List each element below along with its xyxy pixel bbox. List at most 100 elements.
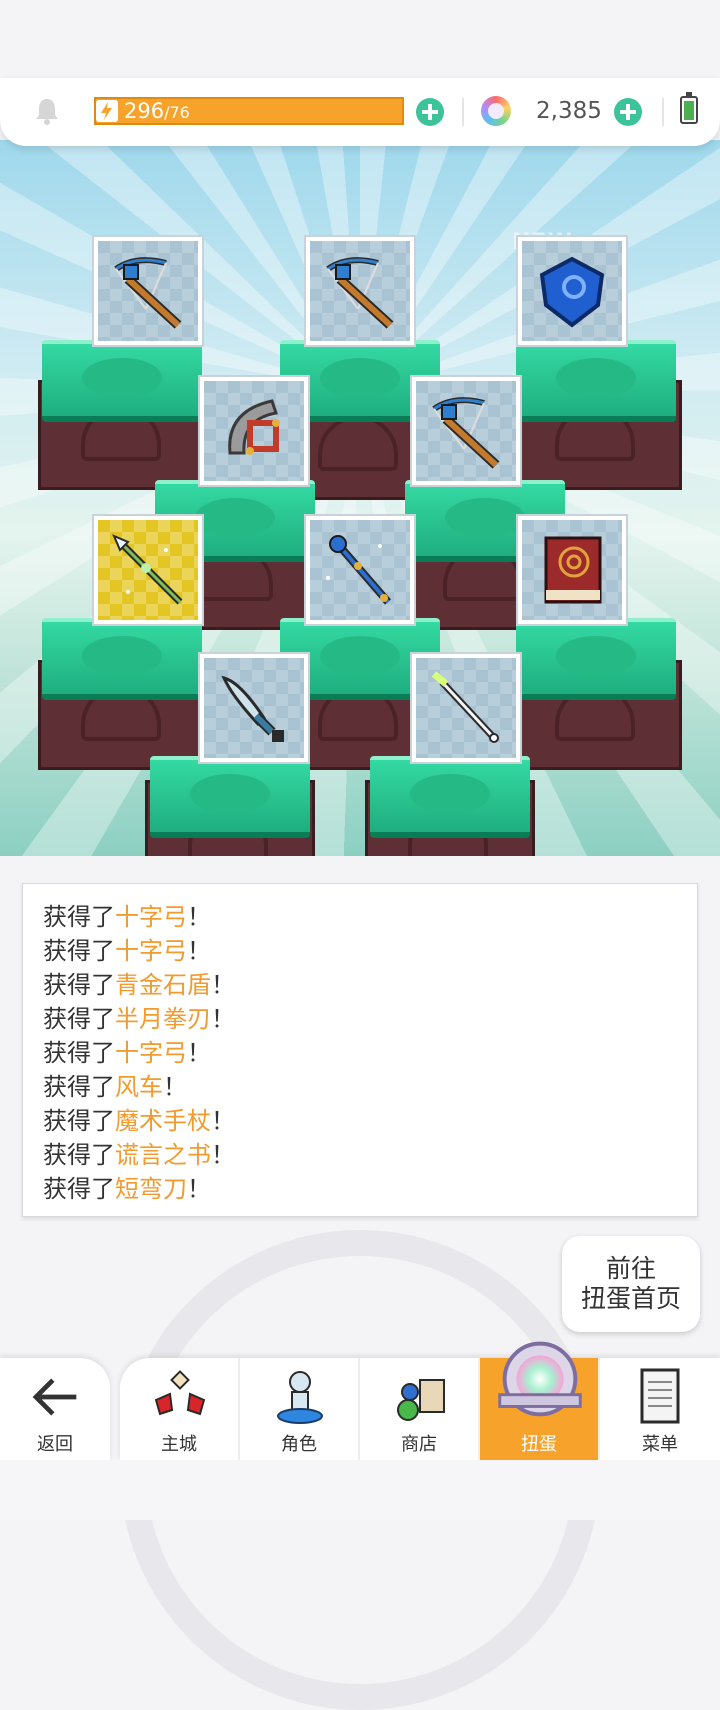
nav-label: 商店	[401, 1434, 437, 1455]
battery-icon	[680, 92, 698, 124]
item-card-shield[interactable]	[518, 237, 626, 345]
divider	[662, 98, 664, 126]
log-line: 获得了魔术手杖！	[43, 1104, 235, 1138]
book-icon	[544, 536, 602, 604]
item-card-spear[interactable]	[94, 516, 202, 624]
add-energy-button[interactable]	[416, 98, 444, 126]
log-suffix: ！	[187, 1175, 211, 1203]
back-label: 返回	[37, 1434, 73, 1455]
acquired-items-log[interactable]: 获得了十字弓！ 获得了十字弓！ 获得了青金石盾！ 获得了半月拳刃！ 获得了十字弓…	[22, 883, 698, 1217]
spear-icon	[112, 534, 183, 605]
log-line: 获得了谎言之书！	[43, 1138, 235, 1172]
log-suffix: ！	[211, 1141, 235, 1169]
log-item-name: 十字弓	[115, 937, 187, 965]
log-item-name: 十字弓	[115, 1039, 187, 1067]
item-card-crossbow[interactable]	[306, 237, 414, 345]
crossbow-icon	[114, 257, 182, 329]
nav-label: 扭蛋	[521, 1434, 557, 1455]
gacha-icon	[498, 1341, 582, 1417]
log-item-name: 半月拳刃	[115, 1005, 211, 1033]
item-card-book[interactable]	[518, 516, 626, 624]
energy-max: /76	[164, 103, 190, 122]
bell-icon[interactable]	[32, 96, 62, 126]
log-suffix: ！	[211, 971, 235, 999]
log-prefix: 获得了	[43, 1039, 115, 1067]
back-button[interactable]: 返回	[0, 1358, 110, 1460]
pillar-top	[42, 618, 202, 700]
log-line: 获得了半月拳刃！	[43, 1002, 235, 1036]
nav-item-town[interactable]: 主城	[120, 1358, 240, 1460]
log-suffix: ！	[211, 1107, 235, 1135]
log-line: 获得了风车！	[43, 1070, 235, 1104]
log-suffix: ！	[187, 1039, 211, 1067]
log-suffix: ！	[211, 1005, 235, 1033]
item-card-magic-staff[interactable]	[306, 516, 414, 624]
system-nav-area	[0, 1460, 720, 1520]
gem-count: 2,385	[536, 98, 602, 124]
log-prefix: 获得了	[43, 1005, 115, 1033]
log-item-name: 十字弓	[115, 903, 187, 931]
shop-icon	[397, 1379, 445, 1421]
log-prefix: 获得了	[43, 937, 115, 965]
nav-item-menu[interactable]: 菜单	[600, 1358, 720, 1460]
log-item-name: 谎言之书	[115, 1141, 211, 1169]
half-moon-blade-icon	[228, 399, 280, 455]
log-line: 获得了十字弓！	[43, 1036, 235, 1070]
town-icon	[154, 1370, 206, 1416]
log-line: 获得了青金石盾！	[43, 968, 235, 1002]
log-suffix: ！	[187, 937, 211, 965]
character-icon	[277, 1371, 323, 1424]
add-gems-button[interactable]	[614, 98, 642, 126]
nav-label: 菜单	[642, 1434, 678, 1455]
pillar-top	[516, 340, 676, 422]
log-item-name: 风车	[115, 1073, 163, 1101]
nav-item-gacha[interactable]: 扭蛋	[480, 1341, 600, 1460]
log-line: 获得了十字弓！	[43, 934, 235, 968]
energy-bolt-icon	[96, 100, 118, 122]
nav-label: 角色	[281, 1434, 317, 1455]
goto-gacha-home-button[interactable]: 前往 扭蛋首页	[562, 1236, 700, 1332]
magic-staff-icon	[326, 535, 392, 605]
log-suffix: ！	[163, 1073, 187, 1101]
resource-bar: 296/76 2,385	[0, 78, 720, 146]
energy-current: 296	[124, 99, 165, 123]
log-suffix: ！	[187, 903, 211, 931]
log-prefix: 获得了	[43, 1175, 115, 1203]
item-card-crossbow[interactable]	[94, 237, 202, 345]
pillar-top	[150, 756, 310, 838]
log-prefix: 获得了	[43, 1107, 115, 1135]
crossbow-icon	[326, 257, 394, 329]
pillar-top	[516, 618, 676, 700]
log-item-name: 青金石盾	[115, 971, 211, 999]
log-line: 获得了短弯刀！	[43, 1172, 235, 1206]
goto-line2: 扭蛋首页	[580, 1284, 681, 1313]
gacha-result-stage: NEW	[0, 140, 720, 856]
bottom-nav: 主城 角色 商店 扭蛋 菜单	[120, 1341, 720, 1460]
knife-icon	[221, 675, 284, 742]
goto-line1: 前往	[605, 1254, 656, 1283]
log-prefix: 获得了	[43, 903, 115, 931]
gem-icon	[481, 96, 511, 126]
item-card-crossbow[interactable]	[412, 377, 520, 485]
nav-item-shop[interactable]: 商店	[360, 1358, 480, 1460]
back-arrow-icon	[32, 1378, 77, 1416]
divider	[462, 98, 464, 126]
log-prefix: 获得了	[43, 971, 115, 999]
shield-icon	[539, 256, 605, 328]
item-card-knife[interactable]	[200, 654, 308, 762]
log-prefix: 获得了	[43, 1141, 115, 1169]
log-item-name: 魔术手杖	[115, 1107, 211, 1135]
nav-item-character[interactable]: 角色	[240, 1358, 360, 1460]
pillar-top	[370, 756, 530, 838]
log-item-name: 短弯刀	[115, 1175, 187, 1203]
log-prefix: 获得了	[43, 1073, 115, 1101]
item-card-half-moon-blade[interactable]	[200, 377, 308, 485]
log-line: 获得了十字弓！	[43, 900, 235, 934]
nav-label: 主城	[161, 1434, 197, 1455]
energy-value: 296/76	[124, 97, 190, 125]
menu-icon	[640, 1368, 680, 1424]
pillar-top	[42, 340, 202, 422]
wand-icon	[431, 671, 499, 743]
item-card-wand[interactable]	[412, 654, 520, 762]
crossbow-icon	[432, 397, 500, 469]
